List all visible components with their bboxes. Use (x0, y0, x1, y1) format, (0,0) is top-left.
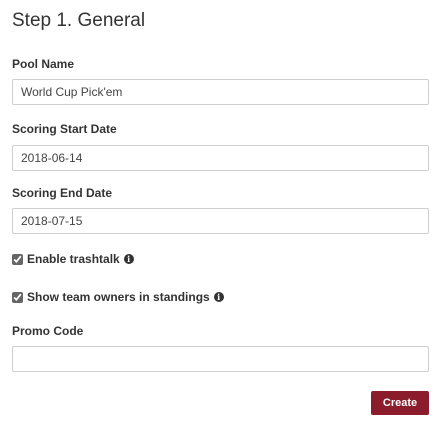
enable-trashtalk-label: Enable trashtalk (27, 252, 120, 266)
scoring-start-date-label: Scoring Start Date (12, 122, 117, 136)
info-icon[interactable]: i (213, 292, 224, 302)
create-pool-form: Step 1. General Pool Name Scoring Start … (0, 0, 441, 438)
page-title: Step 1. General (12, 10, 146, 31)
enable-trashtalk-row[interactable]: Enable trashtalk i (12, 251, 134, 267)
enable-trashtalk-checkbox[interactable] (12, 253, 23, 265)
info-icon[interactable]: i (123, 254, 134, 264)
scoring-start-date-input[interactable] (12, 145, 429, 171)
pool-name-label: Pool Name (12, 57, 75, 71)
show-team-owners-checkbox[interactable] (12, 291, 23, 303)
scoring-end-date-label: Scoring End Date (12, 186, 113, 200)
scoring-end-date-input[interactable] (12, 208, 429, 234)
pool-name-input[interactable] (12, 79, 429, 105)
show-team-owners-label: Show team owners in standings (27, 290, 210, 304)
show-team-owners-row[interactable]: Show team owners in standings i (12, 289, 224, 305)
create-button[interactable]: Create (371, 391, 429, 415)
promo-code-label: Promo Code (12, 324, 84, 338)
promo-code-input[interactable] (12, 346, 429, 372)
